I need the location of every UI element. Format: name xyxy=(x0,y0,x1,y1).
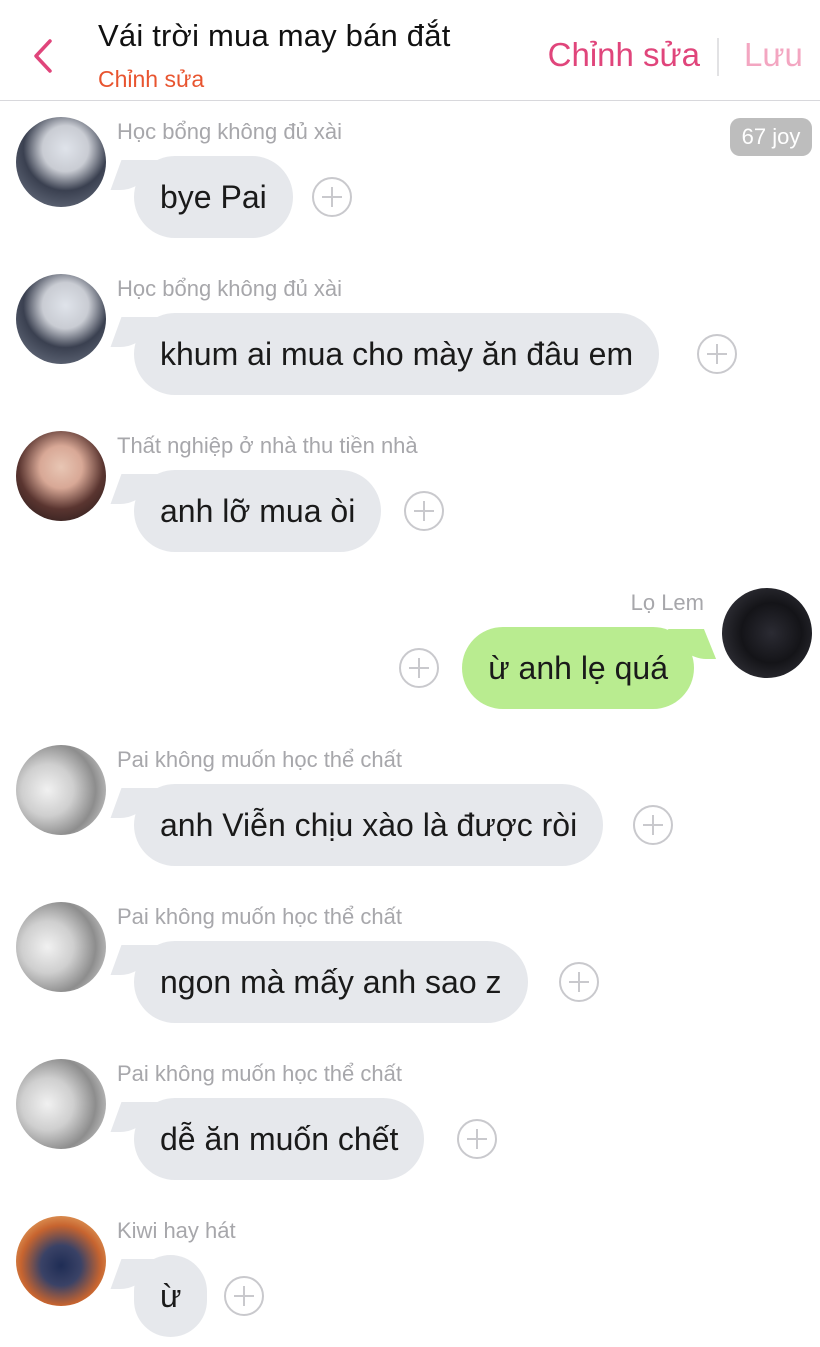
joy-badge: 67 joy xyxy=(730,118,812,156)
sender-name: Học bổng không đủ xài xyxy=(117,276,343,301)
edit-button[interactable]: Chỉnh sửa xyxy=(548,36,700,74)
sender-name: Pai không muốn học thể chất xyxy=(117,904,402,929)
message-bubble[interactable]: bye Pai xyxy=(134,156,293,238)
save-button[interactable]: Lưu xyxy=(744,36,803,74)
sender-name: Pai không muốn học thể chất xyxy=(117,747,402,772)
message-bubble[interactable]: ừ anh lẹ quá xyxy=(462,627,694,709)
sender-name: Thất nghiệp ở nhà thu tiền nhà xyxy=(117,433,418,458)
chat-subtitle[interactable]: Chỉnh sửa xyxy=(98,66,204,93)
avatar[interactable] xyxy=(16,117,106,207)
sender-name: Kiwi hay hát xyxy=(117,1218,236,1243)
sender-name: Pai không muốn học thể chất xyxy=(117,1061,402,1086)
sender-name: Lọ Lem xyxy=(630,590,704,615)
sender-name: Học bổng không đủ xài xyxy=(117,119,343,144)
message-bubble[interactable]: ngon mà mấy anh sao z xyxy=(134,941,528,1023)
add-reaction-icon[interactable] xyxy=(633,805,673,845)
message-bubble[interactable]: anh Viễn chịu xào là được ròi xyxy=(134,784,604,866)
avatar[interactable] xyxy=(722,588,812,678)
add-reaction-icon[interactable] xyxy=(697,334,737,374)
chat-header: Vái trời mua may bán đắt Chỉnh sửa Chỉnh… xyxy=(0,0,820,101)
avatar[interactable] xyxy=(16,745,106,835)
avatar[interactable] xyxy=(16,902,106,992)
chat-title: Vái trời mua may bán đắt xyxy=(98,18,451,53)
header-divider xyxy=(717,38,719,76)
message-bubble[interactable]: dễ ăn muốn chết xyxy=(134,1098,425,1180)
add-reaction-icon[interactable] xyxy=(559,962,599,1002)
message-bubble[interactable]: khum ai mua cho mày ăn đâu em xyxy=(134,313,660,395)
add-reaction-icon[interactable] xyxy=(312,177,352,217)
avatar[interactable] xyxy=(16,1059,106,1149)
add-reaction-icon[interactable] xyxy=(457,1119,497,1159)
avatar[interactable] xyxy=(16,431,106,521)
chevron-left-icon[interactable] xyxy=(28,38,58,74)
avatar[interactable] xyxy=(16,1216,106,1306)
message-bubble[interactable]: anh lỡ mua òi xyxy=(134,470,382,552)
avatar[interactable] xyxy=(16,274,106,364)
add-reaction-icon[interactable] xyxy=(404,491,444,531)
message-bubble[interactable]: ừ xyxy=(134,1255,208,1337)
add-reaction-icon[interactable] xyxy=(399,648,439,688)
add-reaction-icon[interactable] xyxy=(224,1276,264,1316)
